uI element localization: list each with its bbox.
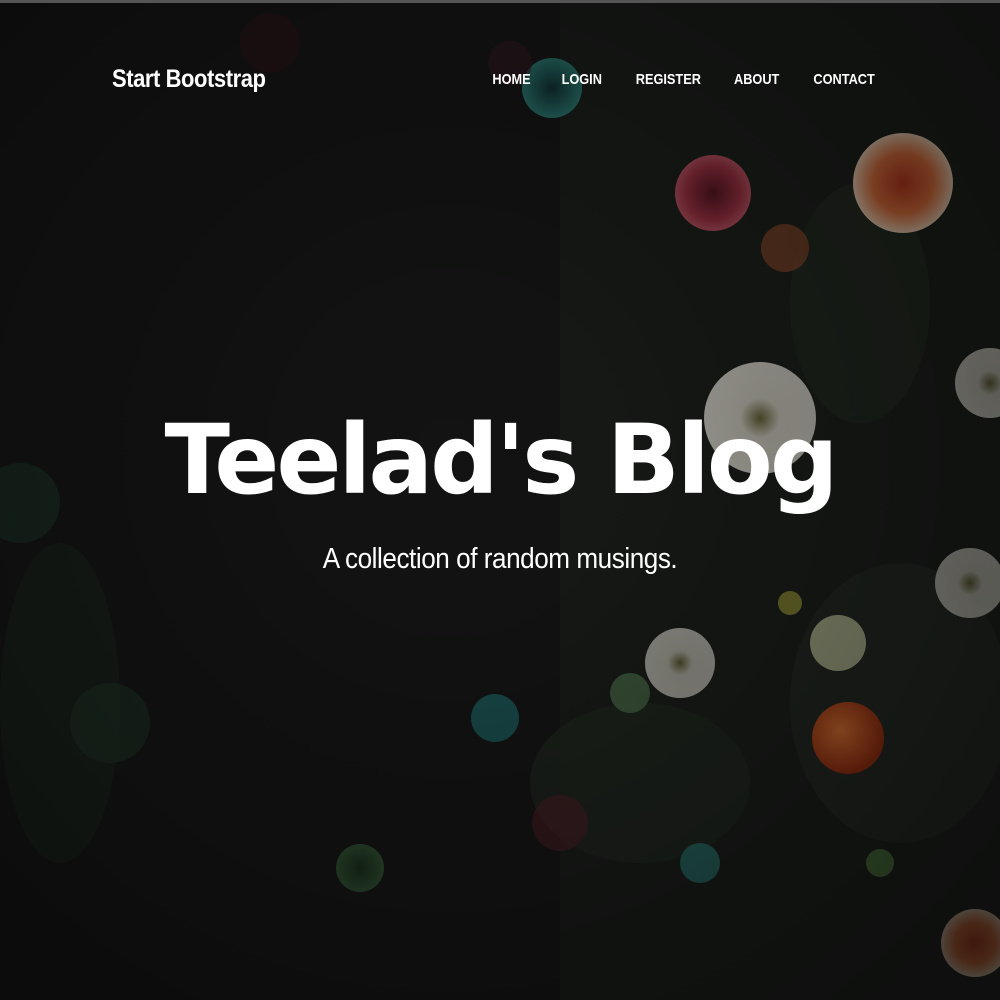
nav-item-home: HOME [489,71,534,89]
nav-link-home[interactable]: HOME [493,71,531,88]
nav-item-about: ABOUT [730,71,783,89]
nav-menu: HOME LOGIN REGISTER ABOUT CONTACT [489,71,880,89]
nav-item-contact: CONTACT [808,71,880,89]
site-heading: Teelad's Blog A collection of random mus… [0,398,1000,576]
nav-link-login[interactable]: LOGIN [562,71,602,88]
navbar: Start Bootstrap HOME LOGIN REGISTER ABOU… [0,3,1000,163]
site-title: Teelad's Blog [164,404,838,516]
site-subheading: A collection of random musings. [322,542,678,575]
nav-link-about[interactable]: ABOUT [734,71,779,88]
brand-link[interactable]: Start Bootstrap [112,65,266,94]
nav-link-contact[interactable]: CONTACT [813,71,874,88]
page: Start Bootstrap HOME LOGIN REGISTER ABOU… [0,0,1000,1000]
nav-link-register[interactable]: REGISTER [636,71,701,88]
nav-item-register: REGISTER [630,71,707,89]
nav-item-login: LOGIN [558,71,606,89]
